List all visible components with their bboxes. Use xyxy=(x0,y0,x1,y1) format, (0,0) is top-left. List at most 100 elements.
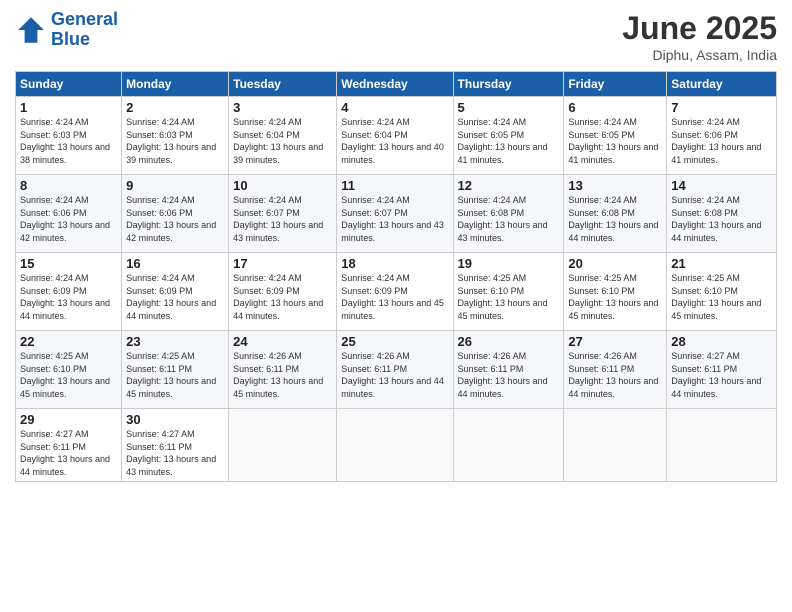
header: General Blue June 2025 Diphu, Assam, Ind… xyxy=(15,10,777,63)
table-cell: 8 Sunrise: 4:24 AMSunset: 6:06 PMDayligh… xyxy=(16,175,122,253)
cell-info: Sunrise: 4:27 AMSunset: 6:11 PMDaylight:… xyxy=(671,351,761,399)
cell-info: Sunrise: 4:24 AMSunset: 6:06 PMDaylight:… xyxy=(671,117,761,165)
calendar-subtitle: Diphu, Assam, India xyxy=(622,47,777,63)
day-number: 15 xyxy=(20,256,117,271)
cell-info: Sunrise: 4:25 AMSunset: 6:10 PMDaylight:… xyxy=(671,273,761,321)
table-cell: 7 Sunrise: 4:24 AMSunset: 6:06 PMDayligh… xyxy=(667,97,777,175)
day-number: 19 xyxy=(458,256,560,271)
day-number: 12 xyxy=(458,178,560,193)
table-cell: 2 Sunrise: 4:24 AMSunset: 6:03 PMDayligh… xyxy=(122,97,229,175)
day-number: 9 xyxy=(126,178,224,193)
header-monday: Monday xyxy=(122,72,229,97)
cell-info: Sunrise: 4:27 AMSunset: 6:11 PMDaylight:… xyxy=(20,429,110,477)
day-number: 24 xyxy=(233,334,332,349)
table-cell: 11 Sunrise: 4:24 AMSunset: 6:07 PMDaylig… xyxy=(337,175,453,253)
day-number: 18 xyxy=(341,256,448,271)
day-number: 7 xyxy=(671,100,772,115)
header-thursday: Thursday xyxy=(453,72,564,97)
table-cell: 29 Sunrise: 4:27 AMSunset: 6:11 PMDaylig… xyxy=(16,409,122,482)
cell-info: Sunrise: 4:24 AMSunset: 6:09 PMDaylight:… xyxy=(341,273,444,321)
day-number: 8 xyxy=(20,178,117,193)
day-number: 26 xyxy=(458,334,560,349)
cell-info: Sunrise: 4:25 AMSunset: 6:11 PMDaylight:… xyxy=(126,351,216,399)
day-number: 22 xyxy=(20,334,117,349)
header-saturday: Saturday xyxy=(667,72,777,97)
cell-info: Sunrise: 4:24 AMSunset: 6:04 PMDaylight:… xyxy=(233,117,323,165)
table-cell: 22 Sunrise: 4:25 AMSunset: 6:10 PMDaylig… xyxy=(16,331,122,409)
table-cell: 13 Sunrise: 4:24 AMSunset: 6:08 PMDaylig… xyxy=(564,175,667,253)
table-cell: 6 Sunrise: 4:24 AMSunset: 6:05 PMDayligh… xyxy=(564,97,667,175)
table-cell: 5 Sunrise: 4:24 AMSunset: 6:05 PMDayligh… xyxy=(453,97,564,175)
table-cell: 30 Sunrise: 4:27 AMSunset: 6:11 PMDaylig… xyxy=(122,409,229,482)
day-number: 20 xyxy=(568,256,662,271)
table-cell: 19 Sunrise: 4:25 AMSunset: 6:10 PMDaylig… xyxy=(453,253,564,331)
cell-info: Sunrise: 4:24 AMSunset: 6:04 PMDaylight:… xyxy=(341,117,444,165)
cell-info: Sunrise: 4:26 AMSunset: 6:11 PMDaylight:… xyxy=(458,351,548,399)
table-cell: 4 Sunrise: 4:24 AMSunset: 6:04 PMDayligh… xyxy=(337,97,453,175)
logo-general: General xyxy=(51,9,118,29)
cell-info: Sunrise: 4:24 AMSunset: 6:07 PMDaylight:… xyxy=(233,195,323,243)
table-cell: 27 Sunrise: 4:26 AMSunset: 6:11 PMDaylig… xyxy=(564,331,667,409)
cell-info: Sunrise: 4:25 AMSunset: 6:10 PMDaylight:… xyxy=(20,351,110,399)
cell-info: Sunrise: 4:24 AMSunset: 6:08 PMDaylight:… xyxy=(671,195,761,243)
calendar-table: Sunday Monday Tuesday Wednesday Thursday… xyxy=(15,71,777,482)
table-cell xyxy=(337,409,453,482)
day-number: 11 xyxy=(341,178,448,193)
table-cell: 1 Sunrise: 4:24 AMSunset: 6:03 PMDayligh… xyxy=(16,97,122,175)
calendar-title: June 2025 xyxy=(622,10,777,47)
day-number: 27 xyxy=(568,334,662,349)
table-cell: 10 Sunrise: 4:24 AMSunset: 6:07 PMDaylig… xyxy=(229,175,337,253)
day-number: 17 xyxy=(233,256,332,271)
cell-info: Sunrise: 4:27 AMSunset: 6:11 PMDaylight:… xyxy=(126,429,216,477)
table-cell: 26 Sunrise: 4:26 AMSunset: 6:11 PMDaylig… xyxy=(453,331,564,409)
cell-info: Sunrise: 4:26 AMSunset: 6:11 PMDaylight:… xyxy=(341,351,444,399)
table-cell xyxy=(667,409,777,482)
cell-info: Sunrise: 4:24 AMSunset: 6:03 PMDaylight:… xyxy=(20,117,110,165)
cell-info: Sunrise: 4:24 AMSunset: 6:03 PMDaylight:… xyxy=(126,117,216,165)
table-cell: 28 Sunrise: 4:27 AMSunset: 6:11 PMDaylig… xyxy=(667,331,777,409)
table-cell: 12 Sunrise: 4:24 AMSunset: 6:08 PMDaylig… xyxy=(453,175,564,253)
header-wednesday: Wednesday xyxy=(337,72,453,97)
table-cell: 23 Sunrise: 4:25 AMSunset: 6:11 PMDaylig… xyxy=(122,331,229,409)
title-area: June 2025 Diphu, Assam, India xyxy=(622,10,777,63)
calendar-page: General Blue June 2025 Diphu, Assam, Ind… xyxy=(0,0,792,612)
header-tuesday: Tuesday xyxy=(229,72,337,97)
cell-info: Sunrise: 4:24 AMSunset: 6:06 PMDaylight:… xyxy=(20,195,110,243)
cell-info: Sunrise: 4:25 AMSunset: 6:10 PMDaylight:… xyxy=(458,273,548,321)
table-cell xyxy=(229,409,337,482)
logo: General Blue xyxy=(15,10,118,50)
day-number: 5 xyxy=(458,100,560,115)
day-number: 10 xyxy=(233,178,332,193)
day-number: 14 xyxy=(671,178,772,193)
table-cell: 25 Sunrise: 4:26 AMSunset: 6:11 PMDaylig… xyxy=(337,331,453,409)
cell-info: Sunrise: 4:24 AMSunset: 6:07 PMDaylight:… xyxy=(341,195,444,243)
table-cell: 21 Sunrise: 4:25 AMSunset: 6:10 PMDaylig… xyxy=(667,253,777,331)
day-number: 28 xyxy=(671,334,772,349)
table-cell: 3 Sunrise: 4:24 AMSunset: 6:04 PMDayligh… xyxy=(229,97,337,175)
day-number: 21 xyxy=(671,256,772,271)
logo-text: General Blue xyxy=(51,10,118,50)
cell-info: Sunrise: 4:26 AMSunset: 6:11 PMDaylight:… xyxy=(233,351,323,399)
day-number: 2 xyxy=(126,100,224,115)
table-cell: 16 Sunrise: 4:24 AMSunset: 6:09 PMDaylig… xyxy=(122,253,229,331)
table-cell: 20 Sunrise: 4:25 AMSunset: 6:10 PMDaylig… xyxy=(564,253,667,331)
logo-blue: Blue xyxy=(51,29,90,49)
cell-info: Sunrise: 4:24 AMSunset: 6:09 PMDaylight:… xyxy=(126,273,216,321)
table-cell: 14 Sunrise: 4:24 AMSunset: 6:08 PMDaylig… xyxy=(667,175,777,253)
day-number: 6 xyxy=(568,100,662,115)
day-number: 25 xyxy=(341,334,448,349)
table-cell xyxy=(564,409,667,482)
table-cell: 9 Sunrise: 4:24 AMSunset: 6:06 PMDayligh… xyxy=(122,175,229,253)
table-cell: 15 Sunrise: 4:24 AMSunset: 6:09 PMDaylig… xyxy=(16,253,122,331)
day-number: 13 xyxy=(568,178,662,193)
day-number: 4 xyxy=(341,100,448,115)
weekday-header-row: Sunday Monday Tuesday Wednesday Thursday… xyxy=(16,72,777,97)
day-number: 1 xyxy=(20,100,117,115)
table-cell xyxy=(453,409,564,482)
cell-info: Sunrise: 4:24 AMSunset: 6:09 PMDaylight:… xyxy=(233,273,323,321)
cell-info: Sunrise: 4:24 AMSunset: 6:05 PMDaylight:… xyxy=(458,117,548,165)
cell-info: Sunrise: 4:24 AMSunset: 6:05 PMDaylight:… xyxy=(568,117,658,165)
cell-info: Sunrise: 4:24 AMSunset: 6:09 PMDaylight:… xyxy=(20,273,110,321)
logo-icon xyxy=(15,14,47,46)
day-number: 3 xyxy=(233,100,332,115)
